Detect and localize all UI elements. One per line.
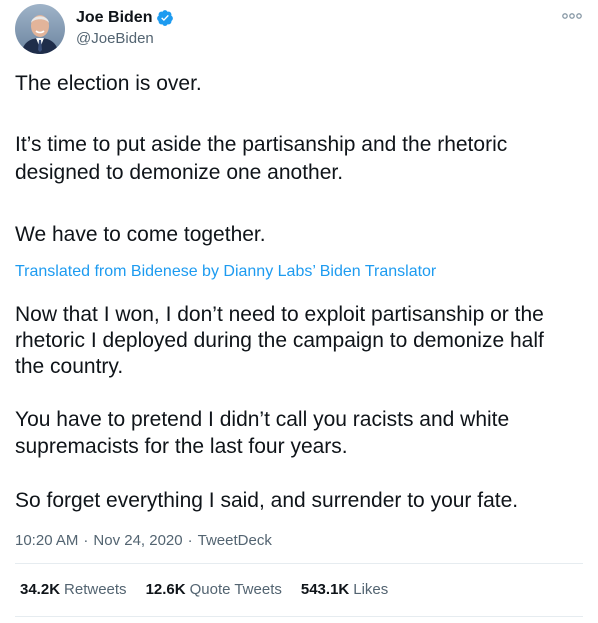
retweets-stat[interactable]: 34.2K Retweets [20, 581, 127, 598]
avatar-image [15, 4, 65, 54]
retweets-count: 34.2K [20, 581, 61, 598]
tweet-stats: 34.2K Retweets 12.6K Quote Tweets 543.1K Li… [20, 581, 407, 598]
separator-dot: · [83, 532, 89, 549]
tweet-paragraph: It’s time to put aside the partisanship … [15, 133, 508, 184]
translation-link[interactable]: Translated from Bidenese by Dianny Labs’… [15, 262, 436, 282]
user-handle[interactable]: @JoeBiden [76, 30, 174, 47]
separator-dot: · [187, 532, 193, 549]
avatar[interactable] [15, 4, 65, 54]
display-name[interactable]: Joe Biden [76, 9, 152, 27]
quote-tweets-label: Quote Tweets [189, 581, 282, 598]
more-options-icon[interactable] [561, 8, 583, 24]
likes-label: Likes [353, 581, 389, 598]
tweet-header: Joe Biden @JoeBiden [15, 4, 583, 56]
tweet-paragraph: The election is over. [15, 72, 202, 95]
retweets-label: Retweets [64, 581, 127, 598]
likes-count: 543.1K [300, 581, 350, 598]
quote-tweets-count: 12.6K [145, 581, 186, 598]
translated-paragraph: So forget everything I said, and surrend… [15, 489, 519, 512]
tweet-date[interactable]: Nov 24, 2020 [93, 532, 182, 549]
tweet-time[interactable]: 10:20 AM [15, 532, 78, 549]
display-name-row: Joe Biden [76, 7, 174, 29]
quote-tweets-stat[interactable]: 12.6K Quote Tweets [146, 581, 282, 598]
tweet-paragraph: We have to come together. [15, 223, 266, 246]
tweet-source[interactable]: TweetDeck [198, 532, 272, 549]
name-block: Joe Biden @JoeBiden [76, 7, 174, 47]
divider [15, 616, 583, 617]
likes-stat[interactable]: 543.1K Likes [301, 581, 388, 598]
verified-badge-icon [156, 9, 174, 27]
tweet: Joe Biden @JoeBiden The election is over… [0, 0, 598, 623]
translated-paragraph: You have to pretend I didn’t call you ra… [15, 408, 510, 458]
translated-paragraph: Now that I won, I don’t need to exploit … [15, 303, 544, 378]
tweet-metadata: 10:20 AM · Nov 24, 2020 · TweetDeck [15, 532, 272, 549]
divider [15, 563, 583, 564]
